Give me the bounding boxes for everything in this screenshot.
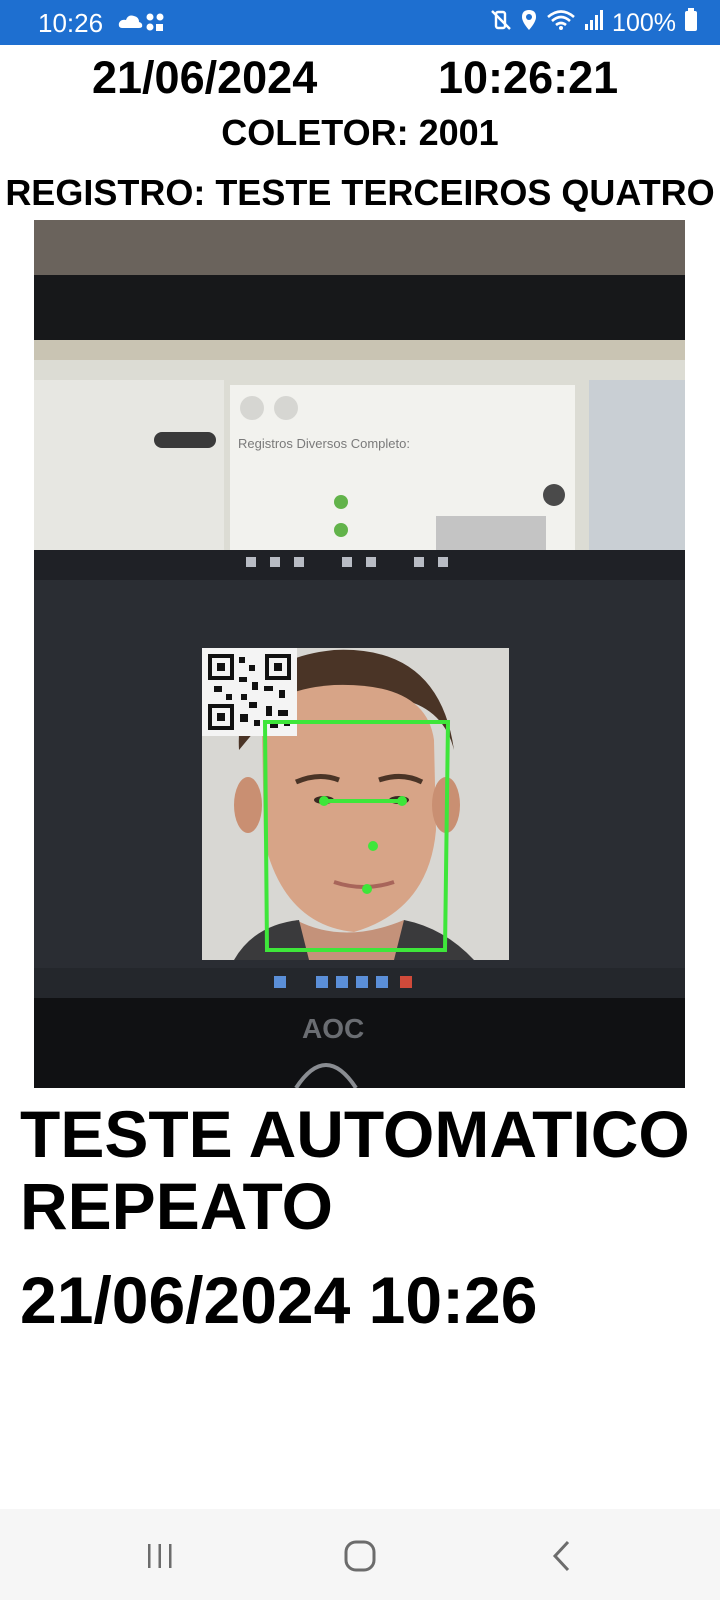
status-bar: 10:26 100% [0, 0, 720, 45]
camera-preview[interactable]: Registros Diversos Completo: AOC [34, 220, 685, 1088]
app-notification-icon [146, 13, 164, 31]
status-left-icons [118, 10, 170, 39]
mute-vibrate-icon [490, 9, 512, 38]
header-date: 21/06/2024 [92, 52, 318, 103]
navigation-bar [0, 1509, 720, 1600]
home-button[interactable] [330, 1531, 390, 1581]
monitor-brand: AOC [302, 1013, 364, 1044]
location-icon [520, 9, 538, 38]
header-datetime-row: 21/06/2024 10:26:21 [0, 52, 720, 104]
back-screen-title: Registros Diversos Completo: [238, 436, 410, 451]
collector-label: COLETOR: 2001 [221, 112, 499, 153]
recent-apps-button[interactable] [130, 1531, 190, 1581]
camera-frame: Registros Diversos Completo: AOC [34, 220, 685, 1088]
header-clock: 10:26:21 [438, 52, 619, 103]
status-time: 10:26 [38, 8, 104, 38]
wifi-icon [546, 9, 576, 38]
battery-text: 100% [612, 9, 676, 37]
status-right: 100% [490, 8, 698, 39]
landmark-mouth [362, 884, 372, 894]
landmark-right-eye [397, 796, 407, 806]
back-button[interactable] [532, 1531, 592, 1581]
person-name: TESTE AUTOMATICO REPEATO [20, 1097, 690, 1243]
recent-apps-icon [148, 1544, 172, 1568]
registration-label: REGISTRO: TESTE TERCEIROS QUATRO [5, 172, 715, 213]
landmark-nose [368, 841, 378, 851]
signal-icon [584, 9, 604, 38]
landmark-left-eye [319, 796, 329, 806]
registration-datetime: 21/06/2024 10:26 [20, 1263, 538, 1337]
cloud-icon [118, 15, 143, 28]
battery-icon [684, 8, 698, 39]
back-icon [552, 1540, 570, 1572]
home-icon [344, 1540, 376, 1572]
